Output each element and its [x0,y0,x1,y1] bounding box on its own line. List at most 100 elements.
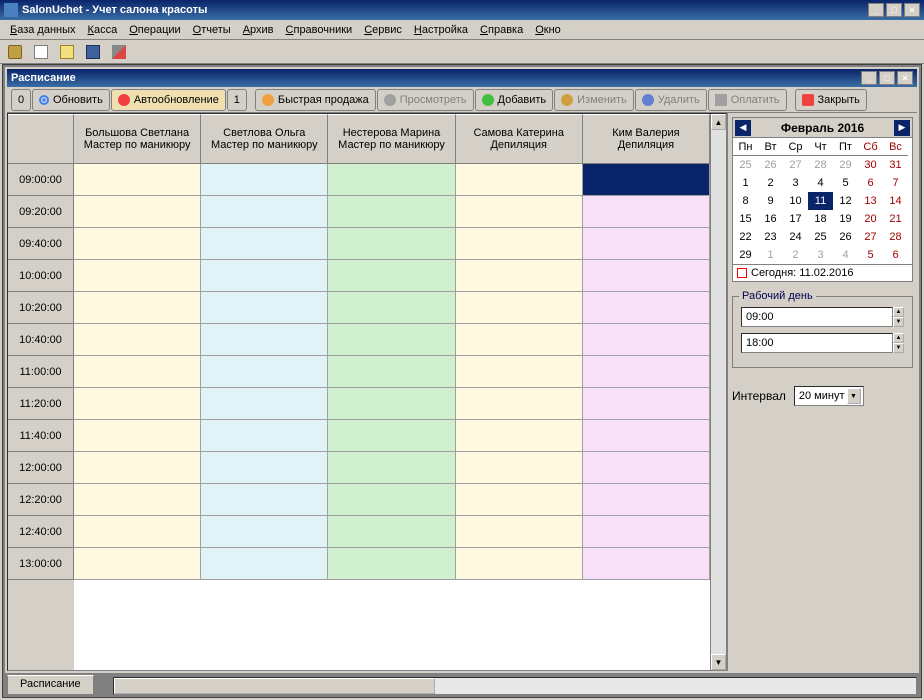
workday-start-input[interactable] [741,307,893,327]
staff-header[interactable]: Большова СветланаМастер по маникюру [74,114,201,164]
auto-refresh-button[interactable]: Автообновление [111,89,226,111]
schedule-slot[interactable] [328,388,455,420]
toolbar-open-icon[interactable] [56,41,78,63]
minimize-button[interactable]: _ [868,3,884,17]
workday-end-spinner[interactable]: ▲ ▼ [741,333,904,353]
schedule-slot[interactable] [456,420,583,452]
schedule-slot[interactable] [328,420,455,452]
calendar-day[interactable]: 1 [758,246,783,264]
vertical-scrollbar[interactable]: ▲ ▼ [710,114,726,670]
menu-item[interactable]: Касса [82,22,124,38]
child-maximize-button[interactable]: □ [879,71,895,85]
view-button[interactable]: Просмотреть [377,89,474,111]
edit-button[interactable]: Изменить [554,89,634,111]
calendar-day[interactable]: 3 [783,174,808,192]
schedule-slot[interactable] [201,548,328,580]
schedule-slot[interactable] [456,452,583,484]
schedule-slot[interactable] [583,516,710,548]
calendar-day[interactable]: 27 [858,228,883,246]
schedule-slot[interactable] [74,548,201,580]
calendar-day[interactable]: 19 [833,210,858,228]
schedule-slot[interactable] [456,356,583,388]
scroll-down-button[interactable]: ▼ [711,654,726,670]
schedule-slot[interactable] [456,228,583,260]
schedule-slot[interactable] [328,164,455,196]
schedule-slot[interactable] [583,356,710,388]
calendar-day[interactable]: 11 [808,192,833,210]
calendar-next-button[interactable]: ▶ [894,120,910,136]
calendar-day[interactable]: 29 [833,156,858,174]
schedule-slot[interactable] [74,292,201,324]
calendar-day[interactable]: 14 [883,192,908,210]
calendar-day[interactable]: 29 [733,246,758,264]
schedule-slot[interactable] [583,388,710,420]
calendar-day[interactable]: 20 [858,210,883,228]
schedule-slot[interactable] [201,260,328,292]
schedule-slot[interactable] [583,196,710,228]
schedule-slot[interactable] [456,516,583,548]
schedule-slot[interactable] [328,452,455,484]
schedule-slot[interactable] [201,292,328,324]
calendar-day[interactable]: 4 [833,246,858,264]
calendar-day[interactable]: 28 [808,156,833,174]
schedule-slot[interactable] [456,548,583,580]
calendar-day[interactable]: 18 [808,210,833,228]
calendar-day[interactable]: 30 [858,156,883,174]
calendar-day[interactable]: 5 [833,174,858,192]
schedule-slot[interactable] [583,324,710,356]
schedule-slot[interactable] [74,196,201,228]
staff-header[interactable]: Светлова ОльгаМастер по маникюру [201,114,328,164]
schedule-slot[interactable] [456,484,583,516]
calendar-day[interactable]: 3 [808,246,833,264]
calendar-today-row[interactable]: Сегодня: 11.02.2016 [733,264,912,281]
fast-sale-button[interactable]: Быстрая продажа [255,89,376,111]
schedule-slot[interactable] [74,324,201,356]
menu-item[interactable]: Архив [237,22,280,38]
schedule-slot[interactable] [328,548,455,580]
schedule-slot[interactable] [201,228,328,260]
workday-start-up[interactable]: ▲ [893,307,904,317]
calendar-day[interactable]: 6 [883,246,908,264]
delete-button[interactable]: Удалить [635,89,707,111]
child-minimize-button[interactable]: _ [861,71,877,85]
calendar-day[interactable]: 2 [758,174,783,192]
toolbar-new-icon[interactable] [30,41,52,63]
calendar-day[interactable]: 17 [783,210,808,228]
schedule-slot[interactable] [328,484,455,516]
calendar-day[interactable]: 7 [883,174,908,192]
schedule-slot[interactable] [328,228,455,260]
schedule-slot[interactable] [74,516,201,548]
add-button[interactable]: Добавить [475,89,554,111]
menu-item[interactable]: Справочники [280,22,359,38]
schedule-slot[interactable] [201,452,328,484]
schedule-slot[interactable] [583,452,710,484]
calendar-day[interactable]: 26 [758,156,783,174]
workday-end-input[interactable] [741,333,893,353]
schedule-slot[interactable] [583,484,710,516]
menu-item[interactable]: Настройка [408,22,474,38]
interval-select[interactable]: 20 минут ▼ [794,386,864,406]
schedule-slot[interactable] [328,516,455,548]
schedule-slot[interactable] [201,356,328,388]
schedule-slot[interactable] [583,260,710,292]
schedule-slot[interactable] [583,420,710,452]
schedule-slot[interactable] [328,292,455,324]
calendar-day[interactable]: 13 [858,192,883,210]
hscroll-thumb[interactable] [114,678,435,694]
pay-button[interactable]: Оплатить [708,89,787,111]
schedule-slot[interactable] [201,324,328,356]
toolbar-action-icon[interactable] [108,41,130,63]
staff-header[interactable]: Самова КатеринаДепиляция [456,114,583,164]
menu-item[interactable]: Операции [123,22,186,38]
schedule-slot[interactable] [74,260,201,292]
staff-header[interactable]: Ким ВалерияДепиляция [583,114,710,164]
calendar-day[interactable]: 1 [733,174,758,192]
calendar-day[interactable]: 9 [758,192,783,210]
schedule-slot[interactable] [74,228,201,260]
workday-start-down[interactable]: ▼ [893,317,904,327]
schedule-slot[interactable] [583,228,710,260]
calendar-day[interactable]: 5 [858,246,883,264]
schedule-slot[interactable] [201,420,328,452]
schedule-slot[interactable] [328,324,455,356]
calendar-day[interactable]: 2 [783,246,808,264]
